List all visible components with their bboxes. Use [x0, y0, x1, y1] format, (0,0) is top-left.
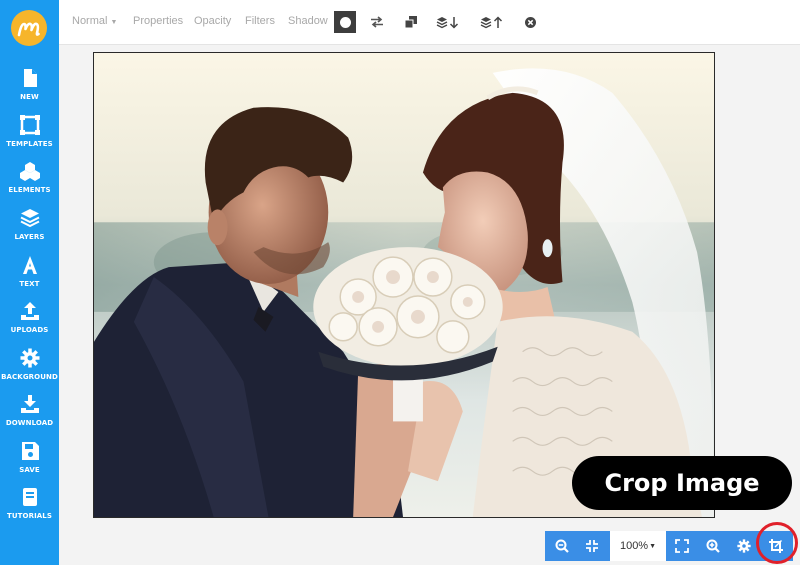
- crop-icon: [769, 539, 783, 553]
- crop-image-tooltip: Crop Image: [572, 456, 792, 510]
- layers-up-icon: [480, 15, 503, 28]
- elements-icon: [19, 162, 40, 181]
- text-icon: [22, 256, 37, 274]
- sidebar-item-label: DOWNLOAD: [5, 419, 54, 427]
- chevron-down-icon: ▼: [649, 542, 657, 550]
- save-icon: [21, 442, 39, 460]
- sidebar-item-uploads[interactable]: UPLOADS: [0, 301, 59, 347]
- expand-icon: [675, 539, 689, 553]
- copy-icon: [405, 16, 417, 28]
- gear-icon: [737, 539, 751, 553]
- chevron-down-icon: ▼: [110, 19, 118, 26]
- zoom-level-value: 100%: [619, 540, 649, 552]
- compress-icon: [586, 540, 598, 552]
- zoom-in-icon: [706, 539, 720, 553]
- editor-app: NEW TEMPLATES ELEMENTS LAYERS TEXT UPLOA…: [0, 0, 800, 565]
- circle-icon: [339, 16, 351, 28]
- sidebar-item-tutorials[interactable]: TUTORIALS: [0, 487, 59, 533]
- shadow-button[interactable]: Shadow: [288, 15, 328, 27]
- sidebar-item-label: UPLOADS: [10, 326, 49, 334]
- sidebar-item-label: SAVE: [19, 466, 40, 474]
- layers-down-icon: [436, 16, 459, 29]
- sidebar-item-text[interactable]: TEXT: [0, 255, 59, 301]
- app-logo[interactable]: [11, 10, 47, 46]
- fullscreen-button[interactable]: [667, 531, 697, 561]
- duplicate-button[interactable]: [401, 13, 421, 31]
- close-circle-icon: [524, 16, 536, 28]
- canvas-image[interactable]: [93, 52, 715, 518]
- sidebar-item-download[interactable]: DOWNLOAD: [0, 394, 59, 440]
- properties-button[interactable]: Properties: [133, 15, 183, 27]
- swap-arrows-icon: [371, 16, 383, 28]
- file-icon: [23, 69, 37, 87]
- send-backward-button[interactable]: [435, 13, 461, 31]
- book-icon: [22, 488, 37, 506]
- sidebar-item-elements[interactable]: ELEMENTS: [0, 161, 59, 207]
- sidebar-item-label: NEW: [20, 93, 39, 101]
- sidebar-item-layers[interactable]: LAYERS: [0, 208, 59, 254]
- filters-button[interactable]: Filters: [245, 15, 275, 27]
- sidebar: NEW TEMPLATES ELEMENTS LAYERS TEXT UPLOA…: [0, 0, 59, 565]
- sidebar-item-save[interactable]: SAVE: [0, 441, 59, 487]
- download-icon: [20, 395, 39, 413]
- crop-image-button[interactable]: [761, 531, 791, 561]
- sidebar-item-label: TEXT: [19, 280, 40, 288]
- opacity-button[interactable]: Opacity: [194, 15, 231, 27]
- layers-icon: [20, 209, 39, 228]
- blend-mode-label: Normal: [72, 15, 108, 27]
- sidebar-item-new[interactable]: NEW: [0, 68, 59, 114]
- flip-button[interactable]: [367, 13, 387, 31]
- wedding-photo: [94, 53, 714, 517]
- sidebar-item-background[interactable]: BACKGROUND: [0, 348, 59, 394]
- bring-forward-button[interactable]: [479, 13, 505, 31]
- gear-icon: [20, 348, 39, 368]
- shape-circle-button[interactable]: [334, 11, 356, 33]
- sidebar-item-label: BACKGROUND: [1, 373, 58, 381]
- upload-icon: [20, 302, 39, 320]
- zoom-out-button[interactable]: [547, 531, 577, 561]
- sidebar-item-label: LAYERS: [14, 233, 45, 241]
- logo-m-icon: [17, 22, 40, 37]
- sidebar-item-label: ELEMENTS: [8, 186, 51, 194]
- sidebar-item-label: TUTORIALS: [7, 512, 52, 520]
- sidebar-item-templates[interactable]: TEMPLATES: [0, 115, 59, 161]
- blend-mode-dropdown[interactable]: Normal ▼: [72, 15, 117, 27]
- delete-button[interactable]: [520, 13, 540, 31]
- fit-screen-button[interactable]: [577, 531, 607, 561]
- sidebar-item-label: TEMPLATES: [6, 140, 53, 148]
- bottom-toolbar: 100% ▼: [545, 531, 793, 561]
- zoom-out-icon: [555, 539, 569, 553]
- top-toolbar: Normal ▼ Properties Opacity Filters Shad…: [59, 0, 800, 45]
- templates-icon: [19, 115, 40, 135]
- zoom-level-dropdown[interactable]: 100% ▼: [610, 531, 666, 561]
- zoom-in-button[interactable]: [698, 531, 728, 561]
- settings-button[interactable]: [729, 531, 759, 561]
